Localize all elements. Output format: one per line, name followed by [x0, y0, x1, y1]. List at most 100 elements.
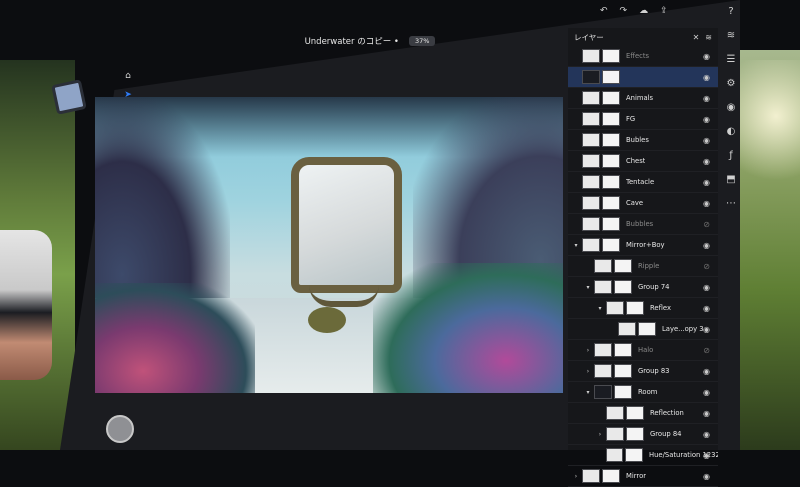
layer-row[interactable]: › Group 84 ◉	[568, 424, 718, 445]
handheld-device	[51, 79, 87, 115]
layer-row[interactable]: Chest ◉	[568, 151, 718, 172]
mask-icon[interactable]: ◐	[724, 124, 738, 138]
eye-icon[interactable]: ◉	[703, 94, 710, 103]
layers-stack-icon[interactable]: ≋	[724, 28, 738, 42]
layer-row[interactable]: Reflection ◉	[568, 403, 718, 424]
layer-name: Cave	[626, 199, 644, 207]
layer-thumbnail	[582, 175, 600, 189]
layer-row[interactable]: Effects ◉	[568, 46, 718, 67]
layer-thumbnail	[594, 364, 612, 378]
layer-expander-icon[interactable]: ›	[584, 368, 592, 375]
layer-row[interactable]: ▾ Mirror+Boy ◉	[568, 235, 718, 256]
layer-name: Bubles	[626, 136, 649, 144]
canvas-turtle	[308, 307, 346, 333]
eye-icon[interactable]: ◉	[703, 157, 710, 166]
layer-thumbnail	[582, 154, 600, 168]
layer-mask-thumbnail	[602, 469, 620, 483]
layer-expander-icon[interactable]: ▾	[584, 284, 592, 291]
layer-thumbnail	[594, 385, 612, 399]
collapse-icon[interactable]: ✕	[693, 33, 700, 42]
eye-icon[interactable]: ◉	[703, 52, 710, 61]
undo-icon[interactable]: ↶	[600, 6, 608, 16]
touch-shortcut-button[interactable]	[106, 415, 134, 443]
cloud-icon[interactable]: ☁	[639, 6, 648, 16]
layer-list: Effects ◉ ◉ Animals ◉ FG ◉ Bubles ◉ Chest ◉ Tentacl…	[568, 46, 718, 487]
layer-expander-icon[interactable]: ▾	[596, 305, 604, 312]
layer-row[interactable]: Ripple ⊘	[568, 256, 718, 277]
layer-mask-thumbnail	[614, 343, 632, 357]
layer-row[interactable]: ▾ Group 74 ◉	[568, 277, 718, 298]
layer-mask-thumbnail	[614, 280, 632, 294]
layers-title: レイヤー	[574, 32, 604, 42]
layer-row[interactable]: Bubbles ⊘	[568, 214, 718, 235]
layer-expander-icon[interactable]: ›	[596, 431, 604, 438]
home-icon[interactable]: ⌂	[119, 70, 137, 83]
adjustments-icon[interactable]: ☰	[724, 52, 738, 66]
layer-mask-thumbnail	[638, 322, 656, 336]
layer-row[interactable]: › Group 83 ◉	[568, 361, 718, 382]
layer-row[interactable]: Tentacle ◉	[568, 172, 718, 193]
layer-name: Animals	[626, 94, 654, 102]
layer-name: Group 83	[638, 367, 670, 375]
layer-row[interactable]: › Mirror ◉	[568, 466, 718, 487]
layer-expander-icon[interactable]: ›	[572, 473, 580, 480]
layer-expander-icon[interactable]: ›	[584, 347, 592, 354]
eye-icon[interactable]: ◉	[703, 283, 710, 292]
layer-thumbnail	[582, 133, 600, 147]
layer-row[interactable]: ◉	[568, 67, 718, 88]
fx-icon[interactable]: ƒ	[724, 148, 738, 162]
layer-expander-icon[interactable]: ▾	[584, 389, 592, 396]
redo-icon[interactable]: ↷	[620, 6, 628, 16]
zoom-badge[interactable]: 37%	[408, 36, 436, 46]
eye-icon[interactable]: ◉	[703, 472, 710, 481]
background-light	[740, 60, 800, 200]
eye-hidden-icon[interactable]: ⊘	[703, 262, 710, 271]
layer-row[interactable]: Cave ◉	[568, 193, 718, 214]
eye-icon[interactable]: ◉	[703, 136, 710, 145]
layer-mask-thumbnail	[614, 385, 632, 399]
layer-row[interactable]: Hue/Saturation 1232 ◉	[568, 445, 718, 466]
layer-name: Chest	[626, 157, 646, 165]
eye-icon[interactable]: ◉	[703, 367, 710, 376]
eye-icon[interactable]: ◉	[724, 100, 738, 114]
eye-hidden-icon[interactable]: ⊘	[703, 220, 710, 229]
eye-icon[interactable]: ◉	[703, 451, 710, 460]
eye-icon[interactable]: ◉	[703, 388, 710, 397]
eye-icon[interactable]: ◉	[703, 199, 710, 208]
eye-icon[interactable]: ◉	[703, 241, 710, 250]
eye-icon[interactable]: ◉	[703, 304, 710, 313]
layer-mask-thumbnail	[602, 217, 620, 231]
eye-icon[interactable]: ◉	[703, 178, 710, 187]
layer-row[interactable]: Animals ◉	[568, 88, 718, 109]
share-icon[interactable]: ⇪	[660, 6, 668, 16]
help-icon[interactable]: ?	[724, 4, 738, 18]
layer-row[interactable]: ▾ Room ◉	[568, 382, 718, 403]
document-topbar: Underwater のコピー • 37%	[160, 30, 580, 52]
eye-icon[interactable]: ◉	[703, 430, 710, 439]
eye-icon[interactable]: ◉	[703, 325, 710, 334]
document-title[interactable]: Underwater のコピー •	[305, 35, 399, 47]
settings-icon[interactable]: ⚙	[724, 76, 738, 90]
layer-row[interactable]: ▾ Reflex ◉	[568, 298, 718, 319]
layer-expander-icon[interactable]: ▾	[572, 242, 580, 249]
layer-row[interactable]: Laye...opy 3 ◉	[568, 319, 718, 340]
eye-icon[interactable]: ◉	[703, 115, 710, 124]
layers-stack-icon[interactable]: ≋	[705, 33, 712, 42]
eye-hidden-icon[interactable]: ⊘	[703, 346, 710, 355]
eye-icon[interactable]: ◉	[703, 73, 710, 82]
fill-icon[interactable]: ⬒	[724, 172, 738, 186]
layer-mask-thumbnail	[602, 175, 620, 189]
layer-name: Reflection	[650, 409, 684, 417]
layer-name: Group 84	[650, 430, 682, 438]
layer-mask-thumbnail	[614, 364, 632, 378]
layer-row[interactable]: Bubles ◉	[568, 130, 718, 151]
layers-panel: レイヤー ✕ ≋ Effects ◉ ◉ Animals ◉ FG ◉ Bubles ◉ Ches…	[568, 28, 718, 487]
eye-icon[interactable]: ◉	[703, 409, 710, 418]
layer-thumbnail	[618, 322, 636, 336]
layer-row[interactable]: › Halo ⊘	[568, 340, 718, 361]
canvas-reef-left	[95, 283, 255, 393]
document-canvas[interactable]	[95, 97, 563, 393]
layer-row[interactable]: FG ◉	[568, 109, 718, 130]
more-icon[interactable]: ⋯	[724, 196, 738, 210]
layer-name: FG	[626, 115, 636, 123]
